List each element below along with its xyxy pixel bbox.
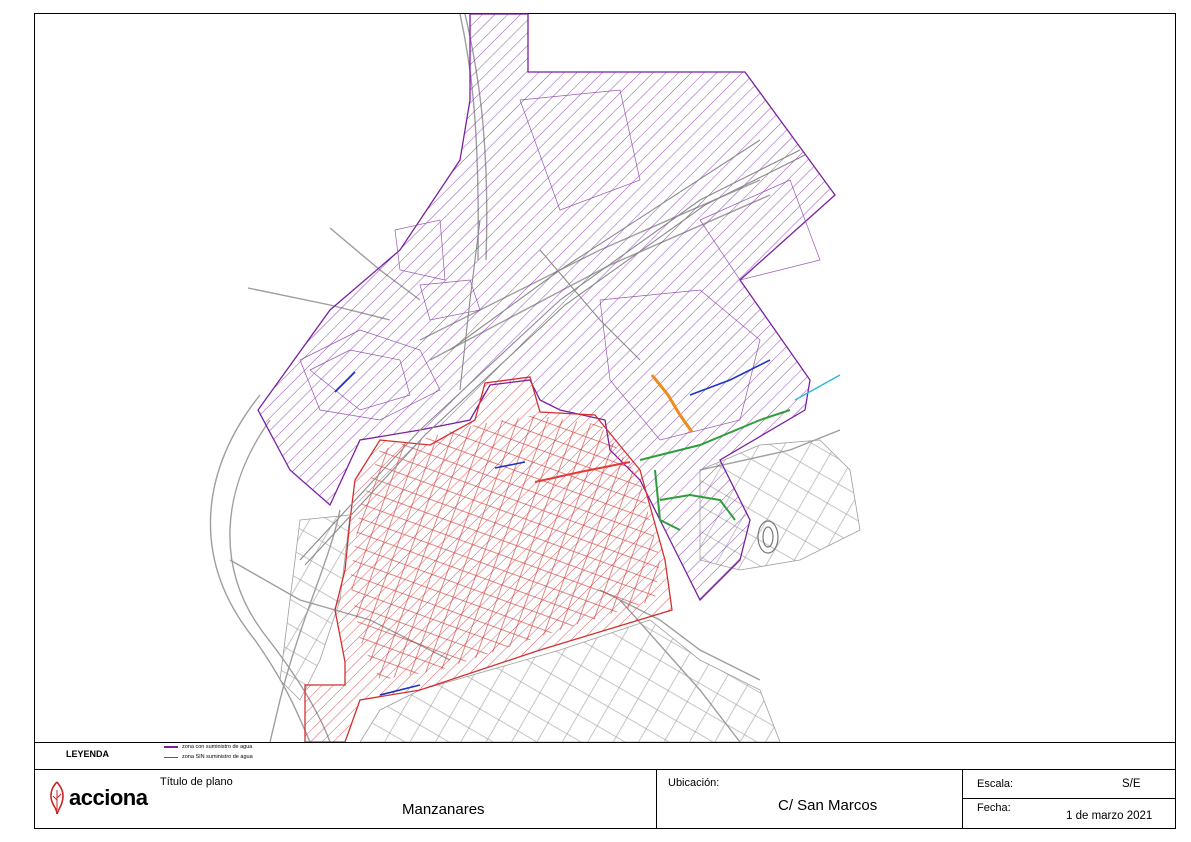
legend-swatch-supplied	[164, 746, 178, 748]
scale-date-rule	[962, 798, 1176, 799]
scale-divider	[962, 769, 963, 829]
legend-swatch-no-supply	[164, 756, 178, 758]
acciona-logo: acciona	[47, 780, 148, 816]
scale-label: Escala:	[977, 778, 1014, 790]
legend-item-no-supply: zona SIN suministro de agua	[164, 754, 253, 760]
location-divider	[656, 769, 657, 829]
legend-label-no-supply: zona SIN suministro de agua	[182, 754, 253, 760]
map-area[interactable]	[34, 13, 1176, 742]
acciona-leaf-icon	[50, 781, 64, 815]
date-label: Fecha:	[977, 802, 1011, 814]
scale-value: S/E	[1122, 778, 1141, 790]
location-value: C/ San Marcos	[778, 797, 878, 814]
legend-title: LEYENDA	[66, 749, 110, 759]
logo-wordmark: acciona	[69, 785, 148, 810]
plan-title-label: Título de plano	[160, 776, 233, 788]
titleblock-top-rule	[34, 769, 1176, 770]
legend-top-rule	[34, 742, 1176, 743]
legend-item-supplied: zona con suministro de agua	[164, 744, 252, 750]
location-label: Ubicación:	[668, 777, 720, 789]
date-value: 1 de marzo 2021	[1066, 810, 1153, 822]
plan-title-value: Manzanares	[402, 801, 485, 818]
legend-label-supplied: zona con suministro de agua	[182, 744, 253, 750]
town-map	[209, 13, 861, 742]
